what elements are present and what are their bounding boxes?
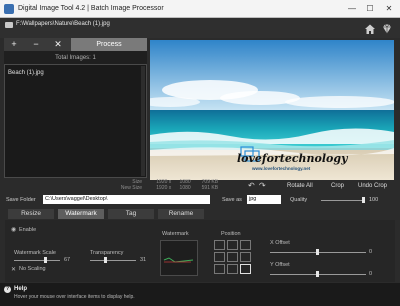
undo-crop-button[interactable]: Undo Crop [358, 183, 387, 189]
help-icon: ? [4, 286, 11, 293]
position-middle-left[interactable] [214, 252, 225, 262]
save-bar: Save Folder C:\Users\vaggel\Desktop\ Sav… [0, 195, 400, 207]
no-scaling-label: No Scaling [19, 266, 46, 272]
watermark-scale-value: 67 [64, 257, 71, 263]
position-top-center[interactable] [227, 240, 238, 250]
help-message: Hover your mouse over interface items to… [14, 294, 135, 300]
rotate-right-icon[interactable]: ↷ [259, 181, 266, 190]
process-button[interactable]: Process [71, 38, 147, 51]
save-folder-label: Save Folder [6, 197, 36, 203]
position-label: Position [221, 231, 241, 237]
quality-slider-thumb[interactable] [362, 197, 365, 203]
app-icon [4, 4, 14, 14]
position-middle-right[interactable] [240, 252, 251, 262]
enable-radio-icon[interactable]: ◉ [11, 226, 16, 233]
x-offset-label: X Offset [270, 240, 290, 246]
tab-bar: Resize Watermark Tag Rename [0, 209, 400, 220]
watermark-url: www.lovefortechnology.net [252, 166, 311, 171]
enable-label: Enable [19, 227, 37, 233]
transparency-slider[interactable] [90, 260, 136, 261]
watermark-label: Watermark [162, 231, 189, 237]
new-size-times: x [168, 184, 172, 191]
position-top-right[interactable] [240, 240, 251, 250]
position-bottom-right[interactable] [240, 264, 251, 274]
add-button[interactable]: + [4, 38, 24, 51]
save-as-label: Save as [222, 197, 242, 203]
tab-rename[interactable]: Rename [158, 209, 204, 219]
clear-button[interactable]: ✕ [48, 38, 68, 51]
close-button[interactable]: ✕ [383, 3, 395, 15]
y-offset-label: Y Offset [270, 262, 290, 268]
help-title: Help [14, 286, 28, 292]
position-bottom-center[interactable] [227, 264, 238, 274]
watermark-text: lovefortechnology [237, 152, 348, 165]
watermark-thumbnail[interactable] [160, 240, 198, 276]
folder-icon [5, 22, 13, 28]
size-info: Size 1920 x 1080 709 KB New Size 1920 x … [120, 179, 219, 191]
y-offset-thumb[interactable] [316, 271, 319, 277]
path-bar: F:\Wallpapers\Nature\Beach (1).jpg [0, 18, 400, 38]
x-offset-thumb[interactable] [316, 249, 319, 255]
file-list[interactable]: Beach (1).jpg [4, 64, 147, 178]
save-folder-input[interactable]: C:\Users\vaggel\Desktop\ [43, 195, 210, 204]
rotate-all-button[interactable]: Rotate All [287, 183, 313, 189]
transparency-thumb[interactable] [104, 257, 107, 263]
y-offset-value: 0 [369, 271, 373, 277]
position-bottom-left[interactable] [214, 264, 225, 274]
home-icon[interactable] [364, 23, 376, 35]
watermark-scale-slider[interactable] [14, 260, 60, 261]
quality-slider[interactable] [321, 200, 363, 201]
watermark-scale-label: Watermark Scale [14, 250, 56, 256]
new-size-label: New Size [120, 184, 142, 191]
tab-tag[interactable]: Tag [108, 209, 154, 219]
position-center[interactable] [227, 252, 238, 262]
quality-value: 100 [369, 197, 379, 203]
new-size-width: 1920 [156, 184, 168, 191]
current-path: F:\Wallpapers\Nature\Beach (1).jpg [16, 21, 110, 27]
x-offset-value: 0 [369, 249, 373, 255]
title-bar: Digital Image Tool 4.2 | Batch Image Pro… [0, 0, 400, 18]
watermark-scale-thumb[interactable] [44, 257, 47, 263]
tab-watermark[interactable]: Watermark [58, 209, 104, 219]
no-scaling-check-icon[interactable]: ✕ [11, 266, 16, 273]
quality-label: Quality [290, 197, 308, 203]
position-grid [214, 240, 254, 276]
window-title: Digital Image Tool 4.2 | Batch Image Pro… [18, 5, 164, 12]
list-item[interactable]: Beach (1).jpg [8, 70, 44, 76]
format-select[interactable]: jpg [247, 195, 281, 204]
total-images: Total Images: 1 [55, 55, 96, 61]
transparency-label: Transparency [90, 250, 124, 256]
maximize-button[interactable]: ☐ [364, 3, 376, 15]
help-bar: ? Help Hover your mouse over interface i… [0, 283, 400, 306]
position-top-left[interactable] [214, 240, 225, 250]
file-toolbar: + − ✕ Process [4, 38, 147, 51]
watermark-panel [5, 220, 395, 282]
gem-icon[interactable] [381, 23, 393, 35]
rotate-left-icon[interactable]: ↶ [248, 181, 255, 190]
minimize-button[interactable]: — [346, 3, 358, 15]
crop-button[interactable]: Crop [331, 183, 344, 189]
transparency-value: 31 [140, 257, 147, 263]
tab-resize[interactable]: Resize [8, 209, 54, 219]
remove-button[interactable]: − [26, 38, 46, 51]
list-scrollbar[interactable] [141, 66, 145, 176]
new-size-height: 1080 [179, 184, 191, 191]
new-size-kb: 591 KB [201, 184, 219, 191]
watermark-logo-icon [163, 257, 194, 263]
